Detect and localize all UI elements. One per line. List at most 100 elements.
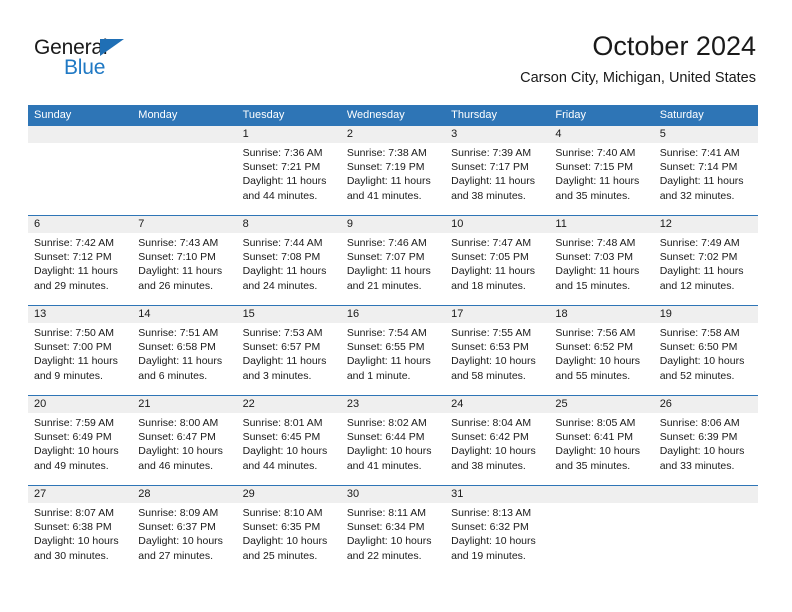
- day-cell[interactable]: Sunrise: 8:13 AM Sunset: 6:32 PM Dayligh…: [445, 503, 549, 575]
- day-number[interactable]: 23: [341, 396, 445, 413]
- day-number[interactable]: 31: [445, 486, 549, 503]
- day-number[interactable]: 28: [132, 486, 236, 503]
- day-number[interactable]: [132, 126, 236, 143]
- day-number[interactable]: 24: [445, 396, 549, 413]
- day-number[interactable]: 11: [549, 216, 653, 233]
- sunset-text: Sunset: 6:53 PM: [451, 341, 529, 354]
- day-cell[interactable]: Sunrise: 8:05 AM Sunset: 6:41 PM Dayligh…: [549, 413, 653, 485]
- sunset-text: Sunset: 6:37 PM: [138, 521, 216, 534]
- day-number[interactable]: 25: [549, 396, 653, 413]
- daylight-text-line2: and 30 minutes.: [34, 549, 109, 562]
- day-number[interactable]: 14: [132, 306, 236, 323]
- day-number[interactable]: 15: [237, 306, 341, 323]
- daylight-text-line2: and 41 minutes.: [346, 189, 422, 202]
- day-number[interactable]: 10: [445, 216, 549, 233]
- day-cell[interactable]: Sunrise: 8:02 AM Sunset: 6:44 PM Dayligh…: [341, 413, 445, 485]
- day-cell[interactable]: Sunrise: 7:49 AM Sunset: 7:02 PM Dayligh…: [654, 233, 758, 305]
- brand-logo[interactable]: General Blue: [34, 36, 214, 88]
- sunset-text: Sunset: 7:15 PM: [555, 161, 634, 174]
- day-cell[interactable]: Sunrise: 7:58 AM Sunset: 6:50 PM Dayligh…: [654, 323, 758, 395]
- sunrise-text: Sunrise: 8:11 AM: [346, 507, 427, 519]
- day-cell[interactable]: Sunrise: 8:11 AM Sunset: 6:34 PM Dayligh…: [341, 503, 445, 575]
- day-cell[interactable]: Sunrise: 7:39 AM Sunset: 7:17 PM Dayligh…: [445, 143, 549, 215]
- day-cell[interactable]: Sunrise: 8:01 AM Sunset: 6:45 PM Dayligh…: [237, 413, 341, 485]
- day-cell[interactable]: [549, 503, 653, 575]
- day-number[interactable]: [654, 486, 758, 503]
- day-cell[interactable]: Sunrise: 8:10 AM Sunset: 6:35 PM Dayligh…: [237, 503, 341, 575]
- day-cell[interactable]: Sunrise: 7:36 AM Sunset: 7:21 PM Dayligh…: [237, 143, 341, 215]
- day-number[interactable]: 22: [237, 396, 341, 413]
- day-number[interactable]: 7: [132, 216, 236, 233]
- sunset-text: Sunset: 7:08 PM: [242, 251, 321, 264]
- sunrise-text: Sunrise: 7:55 AM: [451, 327, 532, 339]
- day-cell[interactable]: Sunrise: 7:54 AM Sunset: 6:55 PM Dayligh…: [341, 323, 445, 395]
- day-number[interactable]: 8: [237, 216, 341, 233]
- day-cell[interactable]: Sunrise: 7:47 AM Sunset: 7:05 PM Dayligh…: [445, 233, 549, 305]
- day-number[interactable]: 12: [654, 216, 758, 233]
- sunrise-text: Sunrise: 7:48 AM: [555, 237, 636, 249]
- sunrise-text: Sunrise: 7:54 AM: [346, 327, 427, 339]
- day-number[interactable]: 6: [28, 216, 132, 233]
- day-number[interactable]: 5: [654, 126, 758, 143]
- sunrise-text: Sunrise: 8:05 AM: [555, 417, 636, 429]
- sunset-text: Sunset: 7:19 PM: [346, 161, 425, 174]
- sunset-text: Sunset: 6:34 PM: [346, 521, 425, 534]
- day-number[interactable]: [28, 126, 132, 143]
- day-cell[interactable]: Sunrise: 7:43 AM Sunset: 7:10 PM Dayligh…: [132, 233, 236, 305]
- day-cell[interactable]: Sunrise: 7:44 AM Sunset: 7:08 PM Dayligh…: [237, 233, 341, 305]
- weekday-header-sunday: Sunday: [34, 109, 72, 121]
- day-number[interactable]: 2: [341, 126, 445, 143]
- day-cell[interactable]: Sunrise: 8:07 AM Sunset: 6:38 PM Dayligh…: [28, 503, 132, 575]
- day-number[interactable]: 27: [28, 486, 132, 503]
- day-number[interactable]: 18: [549, 306, 653, 323]
- day-cell[interactable]: Sunrise: 7:41 AM Sunset: 7:14 PM Dayligh…: [654, 143, 758, 215]
- week-date-band: 20 21 22 23 24 25 26: [28, 396, 758, 413]
- daylight-text-line2: and 32 minutes.: [659, 189, 735, 202]
- day-number[interactable]: 20: [28, 396, 132, 413]
- sunset-text: Sunset: 7:07 PM: [346, 251, 425, 264]
- day-number[interactable]: 16: [341, 306, 445, 323]
- day-cell[interactable]: Sunrise: 7:46 AM Sunset: 7:07 PM Dayligh…: [341, 233, 445, 305]
- day-cell[interactable]: Sunrise: 8:00 AM Sunset: 6:47 PM Dayligh…: [132, 413, 236, 485]
- daylight-text-line1: Daylight: 10 hours: [451, 355, 536, 368]
- daylight-text-line1: Daylight: 11 hours: [555, 175, 640, 188]
- day-number[interactable]: 19: [654, 306, 758, 323]
- day-number[interactable]: 3: [445, 126, 549, 143]
- day-number[interactable]: 17: [445, 306, 549, 323]
- sunset-text: Sunset: 7:10 PM: [138, 251, 216, 264]
- day-number[interactable]: 4: [549, 126, 653, 143]
- sunset-text: Sunset: 6:45 PM: [242, 431, 321, 444]
- day-number[interactable]: 30: [341, 486, 445, 503]
- day-cell[interactable]: [28, 143, 132, 215]
- day-cell[interactable]: Sunrise: 7:53 AM Sunset: 6:57 PM Dayligh…: [237, 323, 341, 395]
- daylight-text-line2: and 26 minutes.: [138, 279, 213, 292]
- sunset-text: Sunset: 6:47 PM: [138, 431, 216, 444]
- day-cell[interactable]: Sunrise: 7:56 AM Sunset: 6:52 PM Dayligh…: [549, 323, 653, 395]
- day-cell[interactable]: Sunrise: 7:50 AM Sunset: 7:00 PM Dayligh…: [28, 323, 132, 395]
- day-number[interactable]: 13: [28, 306, 132, 323]
- daylight-text-line1: Daylight: 11 hours: [555, 265, 640, 278]
- day-cell[interactable]: Sunrise: 7:40 AM Sunset: 7:15 PM Dayligh…: [549, 143, 653, 215]
- brand-name-blue: Blue: [64, 56, 106, 79]
- day-number[interactable]: [549, 486, 653, 503]
- day-cell[interactable]: [132, 143, 236, 215]
- day-number[interactable]: 21: [132, 396, 236, 413]
- day-number[interactable]: 26: [654, 396, 758, 413]
- sunrise-text: Sunrise: 7:39 AM: [451, 147, 532, 159]
- day-cell[interactable]: Sunrise: 7:38 AM Sunset: 7:19 PM Dayligh…: [341, 143, 445, 215]
- day-cell[interactable]: Sunrise: 8:09 AM Sunset: 6:37 PM Dayligh…: [132, 503, 236, 575]
- day-cell[interactable]: [654, 503, 758, 575]
- day-cell[interactable]: Sunrise: 7:51 AM Sunset: 6:58 PM Dayligh…: [132, 323, 236, 395]
- day-number[interactable]: 9: [341, 216, 445, 233]
- day-cell[interactable]: Sunrise: 7:42 AM Sunset: 7:12 PM Dayligh…: [28, 233, 132, 305]
- day-cell[interactable]: Sunrise: 8:04 AM Sunset: 6:42 PM Dayligh…: [445, 413, 549, 485]
- day-number[interactable]: 1: [237, 126, 341, 143]
- daylight-text-line1: Daylight: 10 hours: [242, 535, 328, 548]
- day-cell[interactable]: Sunrise: 7:55 AM Sunset: 6:53 PM Dayligh…: [445, 323, 549, 395]
- sunset-text: Sunset: 7:02 PM: [659, 251, 738, 264]
- daylight-text-line1: Daylight: 11 hours: [34, 355, 118, 368]
- day-cell[interactable]: Sunrise: 7:59 AM Sunset: 6:49 PM Dayligh…: [28, 413, 132, 485]
- day-cell[interactable]: Sunrise: 8:06 AM Sunset: 6:39 PM Dayligh…: [654, 413, 758, 485]
- day-number[interactable]: 29: [237, 486, 341, 503]
- day-cell[interactable]: Sunrise: 7:48 AM Sunset: 7:03 PM Dayligh…: [549, 233, 653, 305]
